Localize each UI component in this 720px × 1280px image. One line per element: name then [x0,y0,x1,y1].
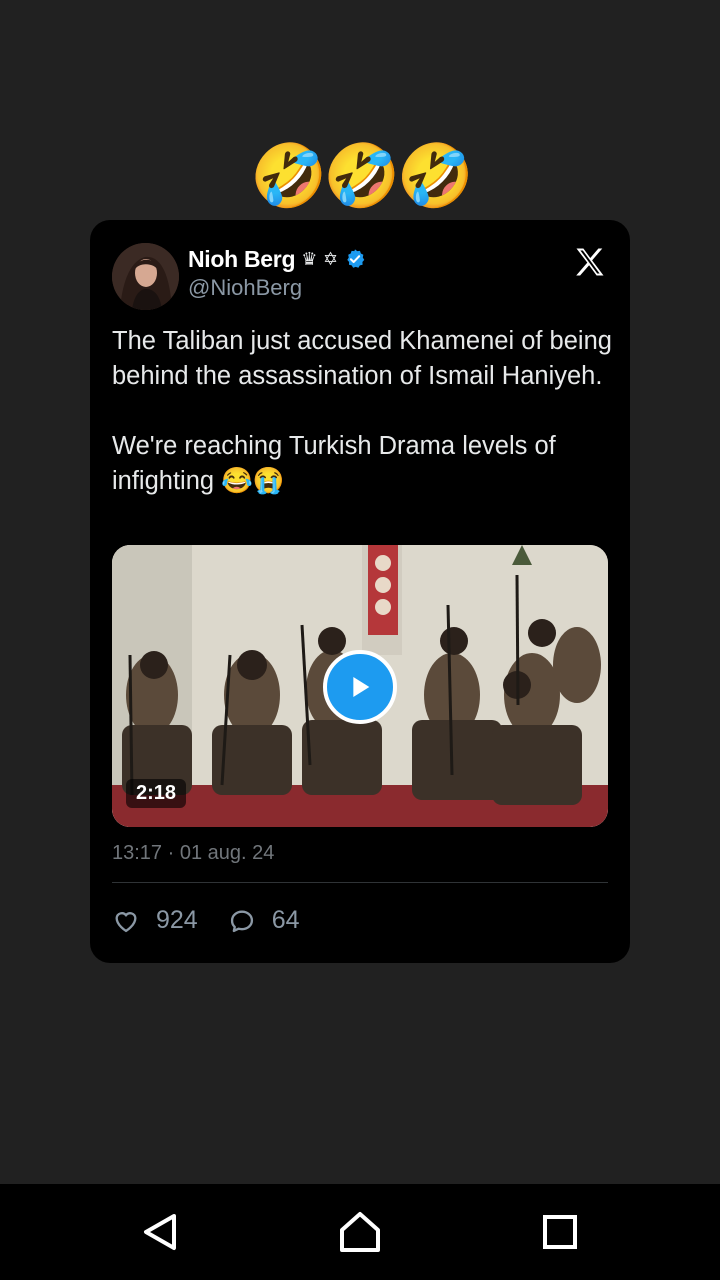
tweet-text: The Taliban just accused Khamenei of bei… [112,327,612,495]
play-button[interactable] [323,650,397,724]
home-icon[interactable] [336,1208,384,1256]
android-navigation-bar [0,1184,720,1280]
tweet-timestamp[interactable]: 13:17 · 01 aug. 24 [112,842,274,865]
tweet-actions: 924 64 [112,906,300,935]
heart-icon [115,911,137,932]
recents-square-icon[interactable] [536,1208,584,1256]
avatar[interactable] [112,243,179,310]
x-logo-icon[interactable] [572,244,608,280]
verified-badge-icon [344,248,366,270]
reply-count: 64 [271,906,300,934]
author-name-row[interactable]: Nioh Berg ♛ ✡ [188,244,366,274]
tweet-card[interactable]: Nioh Berg ♛ ✡ @NiohBerg The Taliban just… [90,220,630,963]
like-button[interactable]: 924 [112,906,198,935]
like-count: 924 [156,906,198,934]
reply-icon [230,910,253,932]
reaction-emojis: 🤣🤣🤣 [250,139,474,212]
name-emojis: ♛ ✡ [301,248,339,270]
video-duration: 2:18 [126,779,187,808]
play-icon [353,677,370,697]
back-triangle-icon[interactable] [136,1208,184,1256]
reply-button[interactable]: 64 [228,906,300,935]
display-name[interactable]: Nioh Berg [188,246,296,273]
author-handle[interactable]: @NiohBerg [188,275,302,301]
divider [112,882,608,883]
video-thumbnail[interactable]: 2:18 [112,545,608,827]
